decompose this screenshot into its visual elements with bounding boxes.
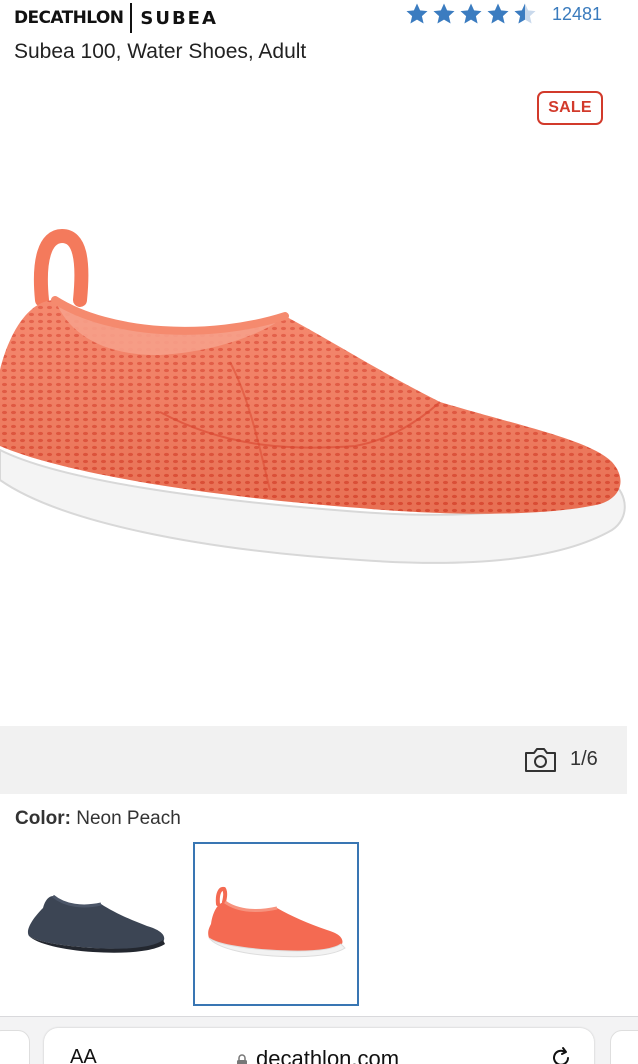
lock-icon — [237, 1054, 247, 1064]
camera-icon[interactable] — [524, 746, 557, 774]
star-icon — [487, 3, 509, 24]
gallery-counter: 1/6 — [570, 748, 598, 770]
color-value: Neon Peach — [76, 808, 181, 829]
navy-shoe-thumbnail — [27, 894, 165, 953]
color-swatch-neon-peach[interactable] — [193, 842, 359, 1006]
previous-tab[interactable] — [0, 1030, 30, 1064]
brand-subea: SUBEA — [140, 7, 218, 29]
star-icon — [433, 3, 455, 24]
rating-stars — [404, 2, 538, 26]
star-half-icon — [514, 3, 536, 24]
next-tab[interactable] — [610, 1030, 638, 1064]
sale-badge: SALE — [537, 91, 603, 125]
rating[interactable]: 12481 — [404, 0, 602, 28]
star-icon — [406, 3, 428, 24]
neon-peach-shoe-thumbnail — [208, 886, 346, 958]
text-size-button[interactable]: AA — [70, 1046, 97, 1064]
brand-decathlon: DECATHLON — [14, 8, 124, 28]
brand-logo[interactable]: DECATHLON SUBEA — [14, 3, 218, 33]
url-text[interactable]: decathlon.com — [256, 1046, 399, 1064]
color-label: Color: — [15, 808, 71, 829]
color-selector-label: Color: Neon Peach — [15, 808, 181, 830]
product-title: Subea 100, Water Shoes, Adult — [14, 40, 307, 63]
reload-icon[interactable] — [550, 1046, 572, 1064]
review-count[interactable]: 12481 — [552, 4, 602, 25]
star-icon — [460, 3, 482, 24]
brand-divider — [130, 3, 133, 33]
product-image[interactable] — [0, 150, 638, 710]
color-swatch-navy[interactable] — [13, 842, 179, 1006]
